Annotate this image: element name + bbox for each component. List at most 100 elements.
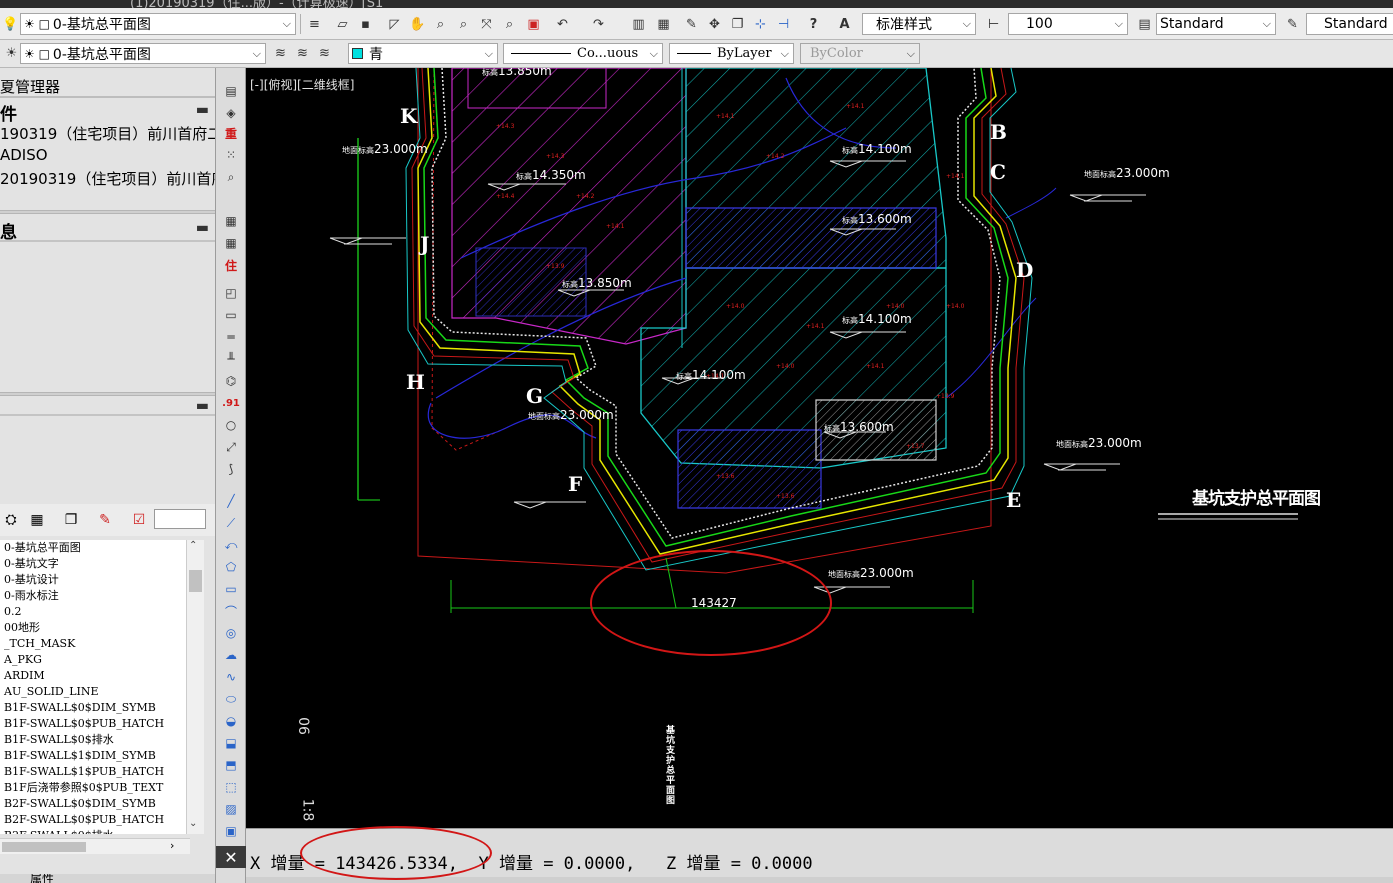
zoom-window-icon[interactable]: ⌕ [455, 16, 472, 32]
rectangle-icon[interactable]: ▭ [221, 580, 241, 598]
make-block-icon[interactable]: ⬒ [221, 756, 241, 774]
layer-previous-icon[interactable]: ≋ [294, 45, 311, 61]
line-icon[interactable]: ╱ [221, 492, 241, 510]
linetype-dropdown[interactable]: Co...uous ⌵ [503, 43, 663, 64]
tool-red-glyph[interactable]: 重 [221, 124, 241, 142]
layer-list-item[interactable]: AU_SOLID_LINE [0, 684, 204, 700]
pan-hand-icon[interactable]: ✋ [409, 16, 426, 32]
tool-red-glyph[interactable]: 住 [221, 256, 241, 274]
construction-line-icon[interactable]: ⟋ [221, 514, 241, 532]
close-icon[interactable]: ✕ [216, 846, 246, 868]
hatch-icon[interactable]: ▨ [221, 800, 241, 818]
zoom-extents-icon[interactable]: ⤧ [478, 16, 495, 32]
layer-list-item[interactable]: B1F-SWALL$0$PUB_HATCH [0, 716, 204, 732]
dim-style-dropdown[interactable]: Standard ⌵ [1156, 13, 1276, 35]
lineweight-dropdown[interactable]: ByLayer ⌵ [669, 43, 794, 64]
file-item[interactable]: 20190319（住宅项目）前川首府 [0, 168, 215, 189]
spline-icon[interactable]: ∿ [221, 668, 241, 686]
layer-list-item[interactable]: 0-基坑设计 [0, 572, 204, 588]
layer-match-icon[interactable]: ≋ [316, 45, 333, 61]
tool-icon[interactable]: ⟆ [221, 460, 241, 478]
help-icon[interactable]: ? [805, 16, 822, 32]
lightbulb-icon[interactable]: 💡 [2, 16, 19, 32]
tool-icon[interactable]: ⁙ [221, 146, 241, 164]
properties-tab[interactable]: 属性 [0, 874, 215, 883]
tool-icon[interactable]: ▦ [221, 212, 241, 230]
properties-icon[interactable]: ▣ [525, 16, 542, 32]
point-icon[interactable]: ⬚ [221, 778, 241, 796]
ellipse-icon[interactable]: ⬭ [221, 690, 241, 708]
text-style-icon[interactable]: A [836, 16, 853, 32]
color-dropdown[interactable]: 青 ⌵ [348, 43, 498, 64]
file-item[interactable]: ADISO [0, 146, 215, 164]
layer-list-item[interactable]: 0-雨水标注 [0, 588, 204, 604]
layer-list-item[interactable]: A_PKG [0, 652, 204, 668]
layer-dropdown-2[interactable]: ☀ □ 0-基坑总平面图 ⌵ [20, 43, 266, 64]
erase-icon[interactable]: ◸ [386, 16, 403, 32]
undo-icon[interactable]: ↶ [554, 16, 571, 32]
layer-list-item[interactable]: B1F-SWALL$1$DIM_SYMB [0, 748, 204, 764]
viewport-label[interactable]: [-][俯视][二维线框] [250, 76, 354, 93]
layer-list-item[interactable]: B2F-SWALL$0$PUB_HATCH [0, 812, 204, 828]
layer-list-item[interactable]: 0-基坑文字 [0, 556, 204, 572]
table-style-dropdown[interactable]: Standard [1306, 13, 1393, 35]
save-icon[interactable]: ▪ [357, 16, 374, 32]
circle-icon[interactable]: ○ [221, 416, 241, 434]
tool-icon[interactable]: ◈ [221, 104, 241, 122]
scroll-up-icon[interactable]: ⌃ [189, 540, 197, 551]
layer-search-input[interactable] [154, 509, 206, 529]
layer-list-item[interactable]: B1F-SWALL$1$PUB_HATCH [0, 764, 204, 780]
measure-icon[interactable]: ⊹ [752, 16, 769, 32]
layer-list-item[interactable]: B2F-SWALL$0$DIM_SYMB [0, 796, 204, 812]
tool-icon[interactable]: ╨ [221, 350, 241, 368]
revcloud-icon[interactable]: ☁ [221, 646, 241, 664]
tool-icon[interactable]: ═ [221, 328, 241, 346]
tool-icon[interactable]: ⌬ [221, 372, 241, 390]
zoom-previous-icon[interactable]: ⌕ [501, 16, 518, 32]
splitter[interactable] [0, 210, 215, 214]
make-current-icon[interactable]: ≋ [272, 45, 289, 61]
hscroll-thumb[interactable] [2, 842, 86, 852]
zoom-icon[interactable]: ⌕ [432, 16, 449, 32]
tool-icon[interactable]: ⤢ [221, 438, 241, 456]
tool-icon[interactable]: ▤ [221, 82, 241, 100]
polygon-icon[interactable]: ⬠ [221, 558, 241, 576]
insert-block-icon[interactable]: ⬓ [221, 734, 241, 752]
file-item[interactable]: 190319（住宅项目）前川首府二 [0, 123, 215, 144]
arc-icon[interactable]: ⌒ [221, 602, 241, 620]
layer-list-item[interactable]: 00地形 [0, 620, 204, 636]
rectangle-icon[interactable]: ▭ [221, 306, 241, 324]
layer-state-icon[interactable]: ☀ [3, 45, 20, 61]
dim-style-icon[interactable]: ⊢ [985, 16, 1002, 32]
plotstyle-dropdown[interactable]: ByColor ⌵ [800, 43, 920, 64]
move-icon[interactable]: ✥ [706, 16, 723, 32]
layer-list-item[interactable]: _TCH_MASK [0, 636, 204, 652]
new-layer-icon[interactable]: ▦ [26, 510, 48, 530]
drawing-canvas[interactable]: +14.3 +14.3 +14.2 +14.4 +13.9 +14.1 +14.1 +14… [246, 68, 1393, 828]
layer-list-scrollbar[interactable]: ⌃ ⌄ [186, 540, 204, 834]
tool-icon[interactable]: ◰ [221, 284, 241, 302]
ellipse-arc-icon[interactable]: ◒ [221, 712, 241, 730]
layer-states-icon[interactable]: ❐ [60, 510, 82, 530]
layer-list-item[interactable]: 0-基坑总平面图 [0, 540, 204, 556]
collapse-icon[interactable]: ▬ [196, 220, 209, 236]
table-style-icon[interactable]: ✎ [1284, 16, 1301, 32]
pencil-icon[interactable]: ✎ [683, 16, 700, 32]
layer-list-icon[interactable]: ≡ [306, 16, 323, 32]
tool-palette-icon[interactable]: ▦ [655, 16, 672, 32]
filter-icon[interactable]: ⛭ [0, 510, 22, 530]
layer-list-item[interactable]: B1F后浇带参照$0$PUB_TEXT [0, 780, 204, 796]
scroll-down-icon[interactable]: ⌄ [189, 818, 197, 829]
splitter[interactable] [0, 392, 215, 396]
delete-layer-icon[interactable]: ✎ [94, 510, 116, 530]
set-current-icon[interactable]: ☑ [128, 510, 150, 530]
scroll-thumb[interactable] [189, 570, 202, 592]
text-style-dropdown[interactable]: 标准样式 ⌵ [862, 13, 976, 35]
tool-icon[interactable]: ⌕ [221, 168, 241, 186]
collapse-icon[interactable]: ▬ [196, 102, 209, 118]
dim-icon[interactable]: ⊣ [775, 16, 792, 32]
layer-list-item[interactable]: B2F-SWALL$0$排水 [0, 828, 204, 834]
layer-list-item[interactable]: ARDIM [0, 668, 204, 684]
tool-red-glyph[interactable]: .91 [221, 394, 241, 412]
circle-icon[interactable]: ◎ [221, 624, 241, 642]
